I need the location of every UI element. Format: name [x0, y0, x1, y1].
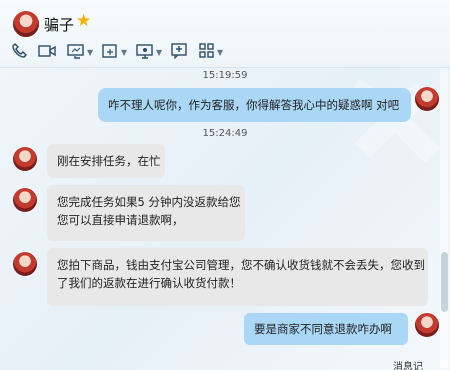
- scrollbar-thumb[interactable]: [441, 252, 448, 312]
- chevron-down-icon[interactable]: ▼: [87, 48, 93, 57]
- contact-avatar[interactable]: [12, 146, 38, 172]
- contact-avatar[interactable]: [12, 187, 38, 213]
- phone-icon[interactable]: [12, 43, 28, 61]
- message-line: 刚在安排任务，在忙: [57, 154, 161, 168]
- message-line: 您完成任务如果5 分钟内没返款给您: [57, 195, 241, 209]
- message-history-label[interactable]: 消息记: [393, 358, 423, 370]
- self-avatar[interactable]: [414, 86, 440, 112]
- video-icon[interactable]: [38, 43, 56, 61]
- message-line: 您拍下商品，钱由支付宝公司管理，您不确认收货钱就不会丢失，您收到: [57, 258, 425, 272]
- message-bubble-self[interactable]: 咋不理人呢你，作为客服，你得解答我心中的疑惑啊 对吧: [98, 88, 411, 122]
- message-bubble-self[interactable]: 要是商家不同意退款咋办啊: [244, 313, 408, 345]
- message-bubble-other[interactable]: 您拍下商品，钱由支付宝公司管理，您不确认收货钱就不会丢失，您收到 了我们的返款在…: [47, 248, 428, 306]
- chat-header: 骗子 ★ ▼ ▼ ▼ ▼: [0, 0, 450, 68]
- timestamp: 15:19:59: [202, 70, 248, 81]
- chevron-down-icon[interactable]: ▼: [121, 48, 127, 57]
- remote-desktop-icon[interactable]: [136, 43, 154, 61]
- message-line: 咋不理人呢你，作为客服，你得解答我心中的疑惑啊 对吧: [108, 98, 400, 112]
- contact-name[interactable]: 骗子: [44, 14, 74, 35]
- screen-share-icon[interactable]: [67, 43, 85, 61]
- contact-avatar[interactable]: [12, 10, 40, 38]
- add-icon[interactable]: [171, 43, 188, 61]
- chevron-down-icon[interactable]: ▼: [156, 48, 162, 57]
- message-bubble-other[interactable]: 您完成任务如果5 分钟内没返款给您 您可以直接申请退款啊，: [47, 185, 245, 241]
- timestamp: 15:24:49: [202, 128, 248, 139]
- chat-history[interactable]: 15:19:59 咋不理人呢你，作为客服，你得解答我心中的疑惑啊 对吧 15:2…: [0, 68, 450, 370]
- self-avatar[interactable]: [414, 312, 440, 338]
- chat-scrollbar[interactable]: [440, 68, 448, 368]
- message-line: 您可以直接申请退款啊，: [57, 213, 184, 227]
- chevron-down-icon[interactable]: ▼: [217, 48, 223, 57]
- message-bubble-other[interactable]: 刚在安排任务，在忙: [47, 144, 165, 178]
- favorite-star-icon: ★: [76, 11, 92, 31]
- contact-avatar[interactable]: [12, 251, 38, 277]
- file-transfer-icon[interactable]: [101, 43, 119, 61]
- message-line: 要是商家不同意退款咋办啊: [254, 322, 392, 336]
- apps-icon[interactable]: [199, 43, 215, 61]
- message-line: 了我们的返款在进行确认收货付款！: [57, 276, 241, 290]
